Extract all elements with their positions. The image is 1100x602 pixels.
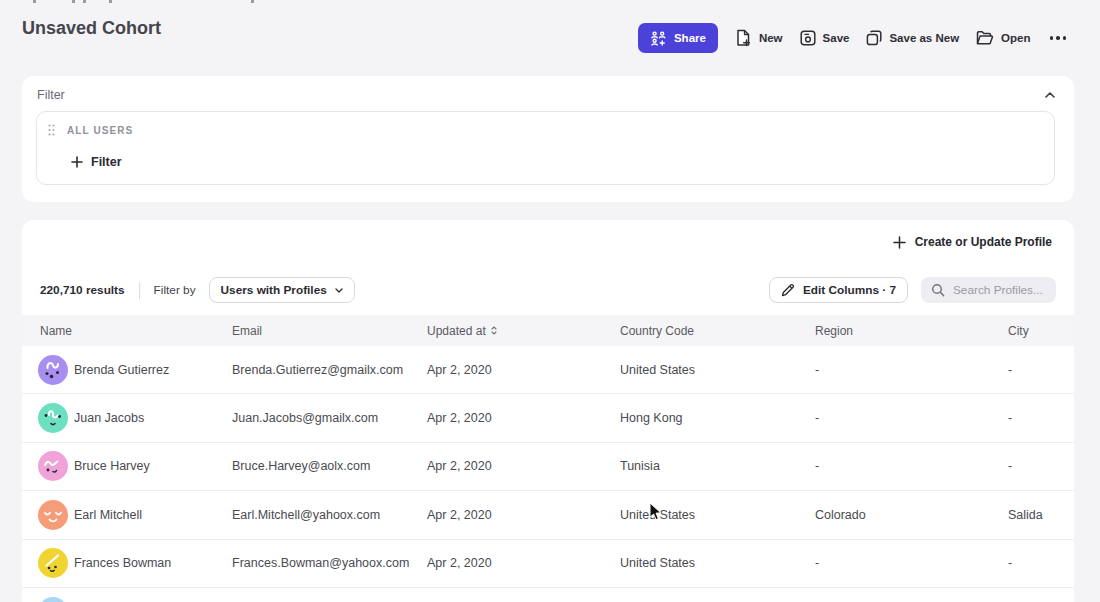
filter-panel-label: Filter (37, 88, 65, 102)
avatar (38, 548, 68, 578)
chevron-down-icon (335, 288, 343, 293)
save-button[interactable]: Save (800, 30, 850, 46)
sort-icon (491, 326, 497, 335)
filter-panel: Filter ALL USERS Filter (22, 76, 1074, 202)
cohort-group-box: ALL USERS Filter (36, 111, 1055, 185)
cell-country: Tunisia (620, 459, 815, 473)
cell-region: - (815, 459, 1008, 473)
avatar (38, 597, 68, 602)
pencil-icon (781, 283, 795, 297)
divider (139, 282, 140, 299)
profile-name: Juan Jacobs (74, 411, 144, 425)
cell-region: - (815, 411, 1008, 425)
column-header-country-code[interactable]: Country Code (620, 324, 815, 338)
mouse-cursor (649, 502, 663, 522)
column-header-city[interactable]: City (1008, 324, 1050, 338)
cell-email: Brenda.Gutierrez@gmailx.com (232, 363, 427, 377)
cell-region: - (815, 363, 1008, 377)
avatar (38, 355, 68, 385)
results-toolbar: 220,710 results Filter by Users with Pro… (22, 277, 1074, 303)
table-row[interactable]: Brenda Gutierrez Brenda.Gutierrez@gmailx.… (22, 346, 1074, 394)
table-row[interactable]: Earl Mitchell Earl.Mitchell@yahoox.comApr… (22, 491, 1074, 539)
cell-email: Juan.Jacobs@gmailx.com (232, 411, 427, 425)
cell-city: - (1008, 556, 1050, 570)
profile-type-dropdown[interactable]: Users with Profiles (209, 277, 355, 303)
cell-city: Salida (1008, 508, 1050, 522)
profile-name-cell[interactable]: Juan Jacobs (38, 403, 232, 433)
cell-updated: Apr 2, 2020 (427, 556, 620, 570)
cell-city: - (1008, 411, 1050, 425)
profile-name: Frances Bowman (74, 556, 171, 570)
new-document-icon (735, 29, 752, 47)
plus-icon (71, 156, 83, 168)
plus-icon (893, 236, 906, 249)
open-folder-icon (976, 30, 994, 46)
cell-updated: Apr 2, 2020 (427, 363, 620, 377)
cell-email: Frances.Bowman@yahoox.com (232, 556, 427, 570)
cell-updated: Apr 2, 2020 (427, 411, 620, 425)
new-button[interactable]: New (735, 29, 783, 47)
table-body: Brenda Gutierrez Brenda.Gutierrez@gmailx.… (22, 346, 1074, 602)
drag-handle-icon[interactable] (48, 124, 55, 136)
toolbar: Share New Save (638, 23, 1068, 53)
cell-country: United States (620, 363, 815, 377)
avatar (38, 403, 68, 433)
search-profiles-input[interactable] (953, 283, 1046, 297)
avatar (38, 451, 68, 481)
profile-name-cell[interactable]: Brenda Gutierrez (38, 355, 232, 385)
profile-name-cell[interactable]: Frances Bowman (38, 548, 232, 578)
add-filter-button[interactable]: Filter (71, 155, 122, 169)
cell-city: - (1008, 363, 1050, 377)
results-count: 220,710 results (40, 283, 125, 297)
cell-region: - (815, 556, 1008, 570)
share-button[interactable]: Share (638, 23, 718, 53)
profile-name-cell[interactable] (38, 597, 232, 602)
collapse-chevron-up-icon[interactable] (1042, 87, 1058, 103)
create-or-update-profile-button[interactable]: Create or Update Profile (893, 235, 1052, 249)
save-as-new-button[interactable]: Save as New (866, 30, 959, 46)
table-header: Name Email Updated at Country Code Regio… (22, 315, 1074, 346)
column-header-name[interactable]: Name (40, 324, 232, 338)
group-label: ALL USERS (67, 125, 133, 136)
copy-icon (866, 30, 882, 46)
cell-email: Earl.Mitchell@yahoox.com (232, 508, 427, 522)
filter-by-label: Filter by (154, 283, 196, 297)
table-row[interactable]: Juan Jacobs Juan.Jacobs@gmailx.comApr 2, … (22, 394, 1074, 442)
save-icon (800, 30, 816, 46)
page-title: Unsaved Cohort (22, 18, 161, 39)
table-row[interactable] (22, 588, 1074, 602)
cell-country: United States (620, 556, 815, 570)
overflow-menu-button[interactable] (1048, 32, 1069, 44)
share-users-icon (650, 31, 667, 46)
column-header-region[interactable]: Region (815, 324, 1008, 338)
cell-email: Bruce.Harvey@aolx.com (232, 459, 427, 473)
table-row[interactable]: Frances Bowman Frances.Bowman@yahoox.comA… (22, 540, 1074, 588)
search-profiles-box[interactable] (921, 277, 1056, 303)
profile-name: Bruce Harvey (74, 459, 150, 473)
profile-name-cell[interactable]: Earl Mitchell (38, 500, 232, 530)
profile-name: Brenda Gutierrez (74, 363, 169, 377)
profile-name: Earl Mitchell (74, 508, 142, 522)
avatar (38, 500, 68, 530)
column-header-updated-at[interactable]: Updated at (427, 324, 620, 338)
profile-name-cell[interactable]: Bruce Harvey (38, 451, 232, 481)
cell-region: Colorado (815, 508, 1008, 522)
open-button[interactable]: Open (976, 30, 1030, 46)
profiles-panel: Create or Update Profile 220,710 results… (22, 220, 1074, 602)
cell-updated: Apr 2, 2020 (427, 459, 620, 473)
edit-columns-button[interactable]: Edit Columns · 7 (769, 277, 908, 303)
page-header: Unsaved Cohort Share New (0, 0, 1100, 76)
cell-country: Hong Kong (620, 411, 815, 425)
table-row[interactable]: Bruce Harvey Bruce.Harvey@aolx.comApr 2, … (22, 443, 1074, 491)
search-icon (931, 283, 945, 297)
cell-updated: Apr 2, 2020 (427, 508, 620, 522)
column-header-email[interactable]: Email (232, 324, 427, 338)
cell-city: - (1008, 459, 1050, 473)
